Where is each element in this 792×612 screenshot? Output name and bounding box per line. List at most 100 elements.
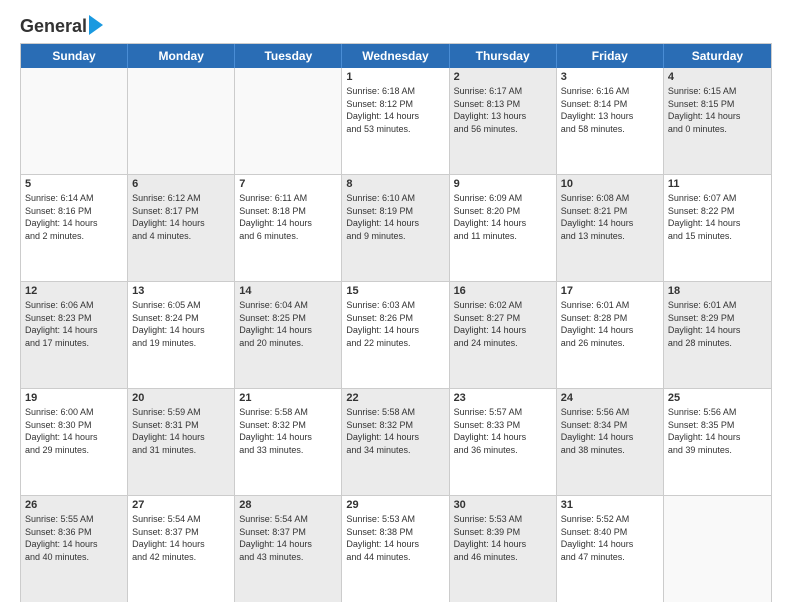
calendar-week-row: 26Sunrise: 5:55 AM Sunset: 8:36 PM Dayli…: [21, 496, 771, 602]
calendar-cell: 5 Sunrise: 6:14 AM Sunset: 8:16 PM Daylig…: [21, 175, 128, 281]
calendar-cell: 14 Sunrise: 6:04 AM Sunset: 8:25 PM Dayli…: [235, 282, 342, 388]
calendar-cell: 15 Sunrise: 6:03 AM Sunset: 8:26 PM Dayli…: [342, 282, 449, 388]
day-number: 7: [239, 178, 337, 190]
calendar-cell: 17Sunrise: 6:01 AM Sunset: 8:28 PM Dayli…: [557, 282, 664, 388]
day-info: Sunrise: 6:07 AM Sunset: 8:22 PM Dayligh…: [668, 192, 767, 242]
calendar-cell: 6Sunrise: 6:12 AM Sunset: 8:17 PM Daylig…: [128, 175, 235, 281]
header: General: [20, 16, 772, 35]
day-info: Sunrise: 6:16 AM Sunset: 8:14 PM Dayligh…: [561, 85, 659, 135]
day-number: 16: [454, 285, 552, 297]
calendar-cell: 21 Sunrise: 5:58 AM Sunset: 8:32 PM Dayli…: [235, 389, 342, 495]
calendar-cell: 12 Sunrise: 6:06 AM Sunset: 8:23 PM Dayli…: [21, 282, 128, 388]
day-number: 5: [25, 178, 123, 190]
calendar-cell: [235, 68, 342, 174]
day-info: Sunrise: 6:09 AM Sunset: 8:20 PM Dayligh…: [454, 192, 552, 242]
day-info: Sunrise: 6:14 AM Sunset: 8:16 PM Dayligh…: [25, 192, 123, 242]
cal-header-day: Saturday: [664, 44, 771, 68]
day-info: Sunrise: 6:08 AM Sunset: 8:21 PM Dayligh…: [561, 192, 659, 242]
day-info: Sunrise: 6:12 AM Sunset: 8:17 PM Dayligh…: [132, 192, 230, 242]
calendar-cell: 31 Sunrise: 5:52 AM Sunset: 8:40 PM Dayli…: [557, 496, 664, 602]
day-info: Sunrise: 6:17 AM Sunset: 8:13 PM Dayligh…: [454, 85, 552, 135]
calendar-cell: 23 Sunrise: 5:57 AM Sunset: 8:33 PM Dayli…: [450, 389, 557, 495]
calendar-cell: 2 Sunrise: 6:17 AM Sunset: 8:13 PM Daylig…: [450, 68, 557, 174]
day-number: 25: [668, 392, 767, 404]
calendar-cell: 3Sunrise: 6:16 AM Sunset: 8:14 PM Daylig…: [557, 68, 664, 174]
day-number: 30: [454, 499, 552, 511]
day-number: 29: [346, 499, 444, 511]
calendar-cell: 1Sunrise: 6:18 AM Sunset: 8:12 PM Daylig…: [342, 68, 449, 174]
calendar-cell: [128, 68, 235, 174]
day-number: 19: [25, 392, 123, 404]
day-number: 31: [561, 499, 659, 511]
day-info: Sunrise: 5:52 AM Sunset: 8:40 PM Dayligh…: [561, 513, 659, 563]
calendar-week-row: 19 Sunrise: 6:00 AM Sunset: 8:30 PM Dayli…: [21, 389, 771, 496]
day-number: 21: [239, 392, 337, 404]
calendar-cell: 30 Sunrise: 5:53 AM Sunset: 8:39 PM Dayli…: [450, 496, 557, 602]
cal-header-day: Tuesday: [235, 44, 342, 68]
day-number: 24: [561, 392, 659, 404]
day-info: Sunrise: 6:00 AM Sunset: 8:30 PM Dayligh…: [25, 406, 123, 456]
day-number: 14: [239, 285, 337, 297]
calendar-cell: 18 Sunrise: 6:01 AM Sunset: 8:29 PM Dayli…: [664, 282, 771, 388]
calendar-cell: 9 Sunrise: 6:09 AM Sunset: 8:20 PM Daylig…: [450, 175, 557, 281]
day-number: 13: [132, 285, 230, 297]
day-info: Sunrise: 5:58 AM Sunset: 8:32 PM Dayligh…: [239, 406, 337, 456]
day-info: Sunrise: 6:01 AM Sunset: 8:28 PM Dayligh…: [561, 299, 659, 349]
calendar-cell: 28Sunrise: 5:54 AM Sunset: 8:37 PM Dayli…: [235, 496, 342, 602]
logo-text-general: General: [20, 16, 87, 37]
calendar-cell: 10 Sunrise: 6:08 AM Sunset: 8:21 PM Dayli…: [557, 175, 664, 281]
calendar-cell: 13 Sunrise: 6:05 AM Sunset: 8:24 PM Dayli…: [128, 282, 235, 388]
day-info: Sunrise: 6:05 AM Sunset: 8:24 PM Dayligh…: [132, 299, 230, 349]
day-number: 10: [561, 178, 659, 190]
day-info: Sunrise: 5:54 AM Sunset: 8:37 PM Dayligh…: [132, 513, 230, 563]
day-info: Sunrise: 5:57 AM Sunset: 8:33 PM Dayligh…: [454, 406, 552, 456]
calendar-cell: 27Sunrise: 5:54 AM Sunset: 8:37 PM Dayli…: [128, 496, 235, 602]
day-number: 12: [25, 285, 123, 297]
calendar-cell: 8 Sunrise: 6:10 AM Sunset: 8:19 PM Daylig…: [342, 175, 449, 281]
day-info: Sunrise: 5:56 AM Sunset: 8:34 PM Dayligh…: [561, 406, 659, 456]
logo-arrow-icon: [89, 15, 103, 35]
calendar-cell: [664, 496, 771, 602]
day-info: Sunrise: 5:55 AM Sunset: 8:36 PM Dayligh…: [25, 513, 123, 563]
day-info: Sunrise: 5:53 AM Sunset: 8:39 PM Dayligh…: [454, 513, 552, 563]
day-number: 18: [668, 285, 767, 297]
day-number: 20: [132, 392, 230, 404]
calendar-body: 1Sunrise: 6:18 AM Sunset: 8:12 PM Daylig…: [21, 68, 771, 602]
calendar-cell: 11 Sunrise: 6:07 AM Sunset: 8:22 PM Dayli…: [664, 175, 771, 281]
calendar-cell: 24 Sunrise: 5:56 AM Sunset: 8:34 PM Dayli…: [557, 389, 664, 495]
day-number: 11: [668, 178, 767, 190]
day-info: Sunrise: 6:03 AM Sunset: 8:26 PM Dayligh…: [346, 299, 444, 349]
calendar-cell: 19 Sunrise: 6:00 AM Sunset: 8:30 PM Dayli…: [21, 389, 128, 495]
calendar-cell: [21, 68, 128, 174]
day-info: Sunrise: 6:18 AM Sunset: 8:12 PM Dayligh…: [346, 85, 444, 135]
calendar-week-row: 5 Sunrise: 6:14 AM Sunset: 8:16 PM Daylig…: [21, 175, 771, 282]
calendar-cell: 4Sunrise: 6:15 AM Sunset: 8:15 PM Daylig…: [664, 68, 771, 174]
day-number: 23: [454, 392, 552, 404]
calendar: SundayMondayTuesdayWednesdayThursdayFrid…: [20, 43, 772, 602]
calendar-cell: 16 Sunrise: 6:02 AM Sunset: 8:27 PM Dayli…: [450, 282, 557, 388]
day-info: Sunrise: 6:10 AM Sunset: 8:19 PM Dayligh…: [346, 192, 444, 242]
cal-header-day: Friday: [557, 44, 664, 68]
day-number: 2: [454, 71, 552, 83]
day-number: 8: [346, 178, 444, 190]
calendar-cell: 20 Sunrise: 5:59 AM Sunset: 8:31 PM Dayli…: [128, 389, 235, 495]
calendar-cell: 29 Sunrise: 5:53 AM Sunset: 8:38 PM Dayli…: [342, 496, 449, 602]
page: General SundayMondayTuesdayWednesdayThur…: [0, 0, 792, 612]
day-number: 9: [454, 178, 552, 190]
cal-header-day: Wednesday: [342, 44, 449, 68]
day-info: Sunrise: 6:02 AM Sunset: 8:27 PM Dayligh…: [454, 299, 552, 349]
day-info: Sunrise: 5:59 AM Sunset: 8:31 PM Dayligh…: [132, 406, 230, 456]
calendar-week-row: 1Sunrise: 6:18 AM Sunset: 8:12 PM Daylig…: [21, 68, 771, 175]
day-info: Sunrise: 6:04 AM Sunset: 8:25 PM Dayligh…: [239, 299, 337, 349]
day-info: Sunrise: 6:06 AM Sunset: 8:23 PM Dayligh…: [25, 299, 123, 349]
day-number: 28: [239, 499, 337, 511]
day-info: Sunrise: 5:53 AM Sunset: 8:38 PM Dayligh…: [346, 513, 444, 563]
day-number: 15: [346, 285, 444, 297]
cal-header-day: Thursday: [450, 44, 557, 68]
day-info: Sunrise: 6:15 AM Sunset: 8:15 PM Dayligh…: [668, 85, 767, 135]
cal-header-day: Monday: [128, 44, 235, 68]
calendar-cell: 22Sunrise: 5:58 AM Sunset: 8:32 PM Dayli…: [342, 389, 449, 495]
day-info: Sunrise: 6:01 AM Sunset: 8:29 PM Dayligh…: [668, 299, 767, 349]
cal-header-day: Sunday: [21, 44, 128, 68]
day-info: Sunrise: 6:11 AM Sunset: 8:18 PM Dayligh…: [239, 192, 337, 242]
